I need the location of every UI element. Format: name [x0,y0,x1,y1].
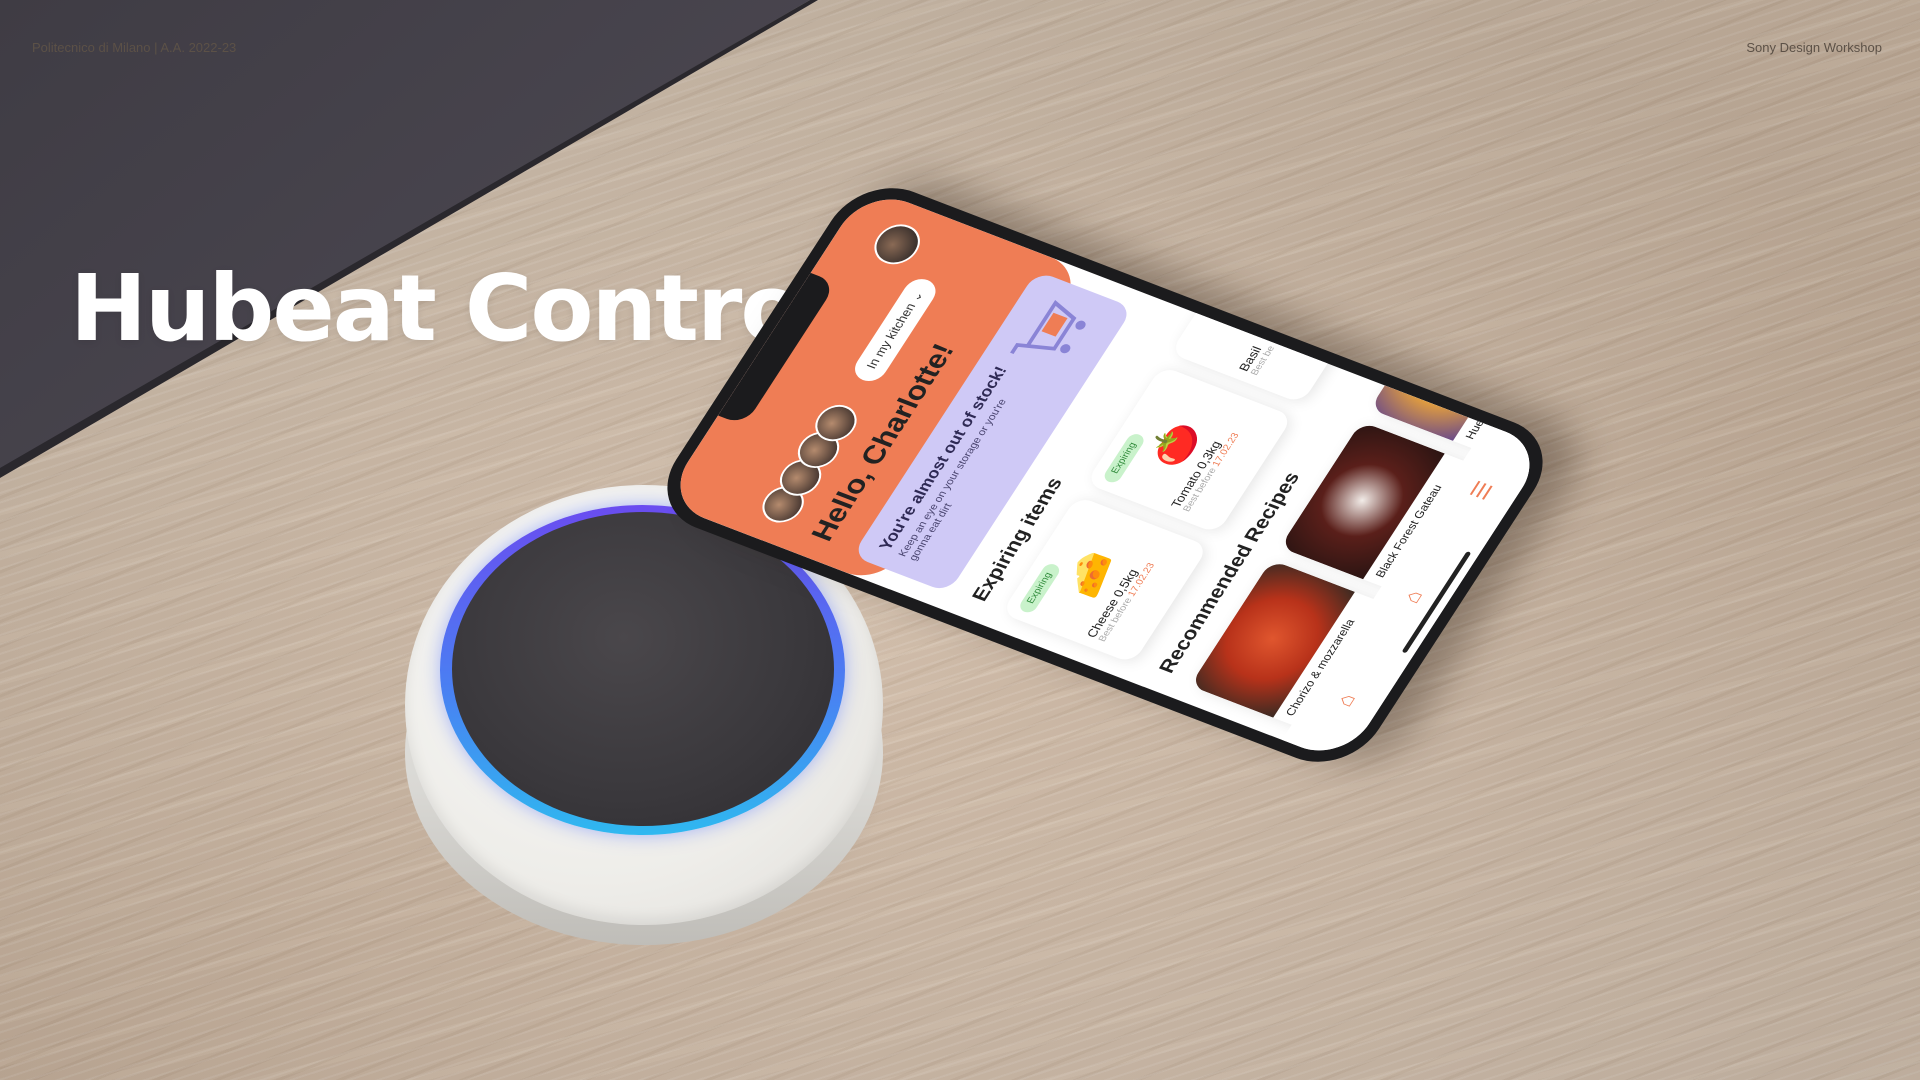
cooking-pot-icon: ⌂ [1331,690,1361,710]
device-button [452,512,834,826]
workshop-caption: Sony Design Workshop [1746,40,1882,55]
chevron-down-icon: ⌄ [907,289,927,304]
home-icon: ⌂ [1398,586,1428,607]
list-icon: ☰ [1465,478,1498,503]
course-caption: Politecnico di Milano | A.A. 2022-23 [32,40,237,55]
